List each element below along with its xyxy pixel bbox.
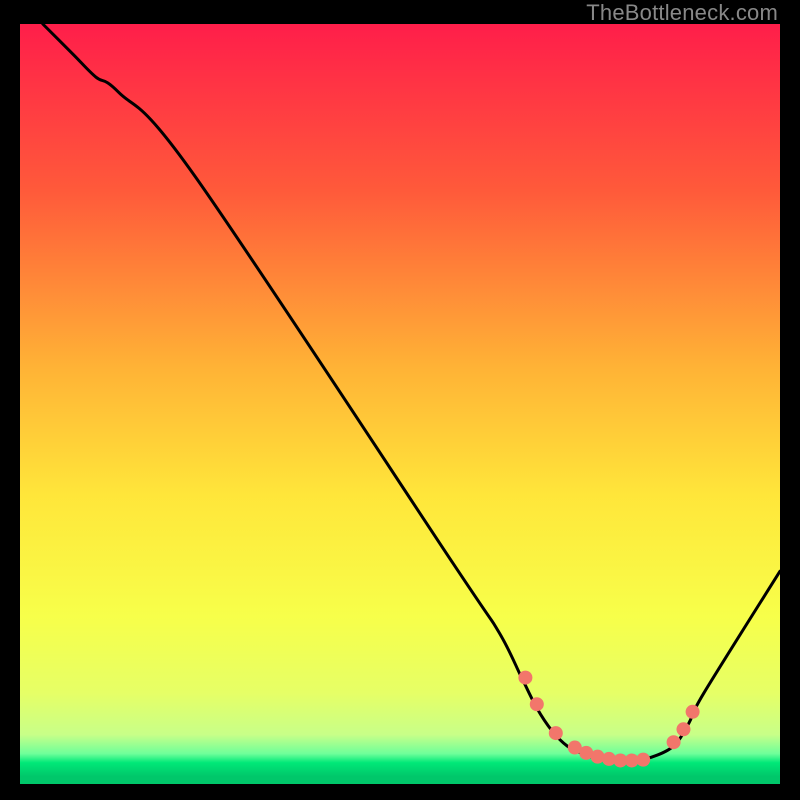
marker-dot: [636, 753, 650, 767]
chart-svg: [20, 24, 780, 784]
attribution-label: TheBottleneck.com: [586, 0, 778, 26]
chart-frame: [20, 24, 780, 784]
marker-dot: [518, 671, 532, 685]
marker-dot: [667, 735, 681, 749]
marker-dot: [686, 705, 700, 719]
marker-dot: [530, 697, 544, 711]
marker-dot: [549, 726, 563, 740]
gradient-background: [20, 24, 780, 784]
marker-dot: [676, 722, 690, 736]
